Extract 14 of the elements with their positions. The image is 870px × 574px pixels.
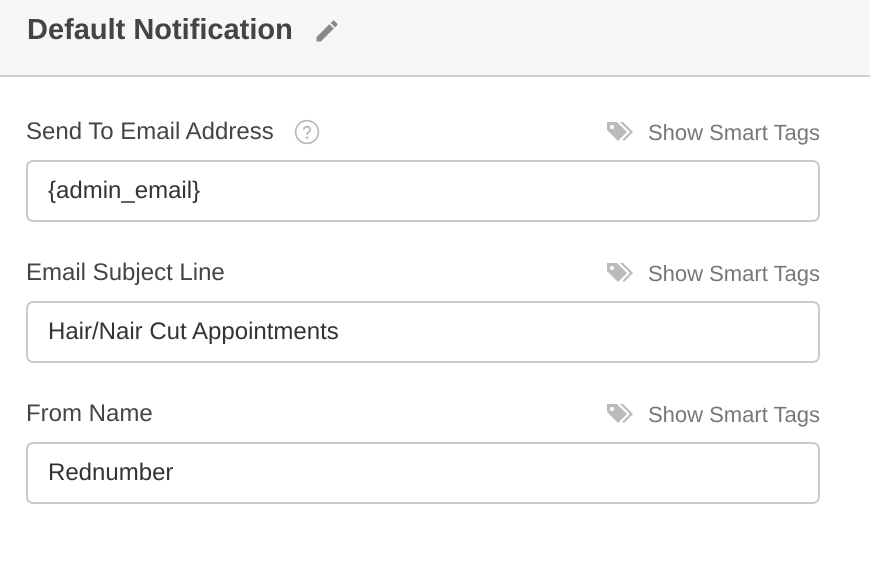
field-label: Send To Email Address — [26, 117, 274, 147]
text-field[interactable]: Hair/Nair Cut Appointments — [26, 301, 820, 363]
field-label: Email Subject Line — [26, 258, 225, 288]
tag-icon — [606, 120, 636, 144]
tag-icon — [606, 402, 636, 426]
field-label: From Name — [26, 399, 153, 429]
smart-tags-link[interactable]: Show Smart Tags — [606, 116, 820, 148]
text-field[interactable]: {admin_email} — [26, 160, 820, 222]
smart-tags-link[interactable]: Show Smart Tags — [606, 398, 820, 430]
tag-icon — [606, 261, 636, 285]
smart-tags-link[interactable]: Show Smart Tags — [606, 256, 820, 290]
help-icon[interactable] — [294, 119, 320, 145]
text-field[interactable]: Rednumber — [26, 442, 820, 504]
notification-title: Default Notification — [27, 13, 293, 48]
